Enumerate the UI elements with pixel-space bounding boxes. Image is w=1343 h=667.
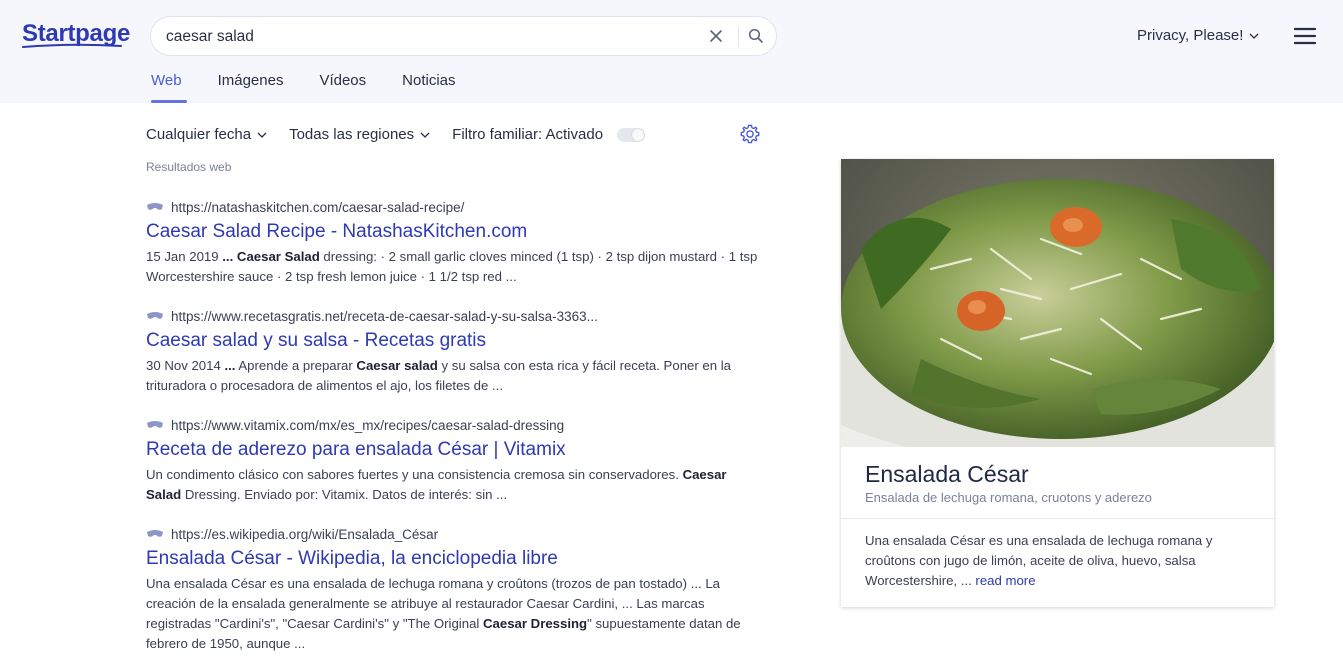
result-title[interactable]: Receta de aderezo para ensalada César | … — [146, 438, 761, 462]
date-filter[interactable]: Cualquier fecha — [146, 126, 267, 143]
family-filter-label: Filtro familiar: Activado — [452, 126, 604, 143]
result-item: https://natashaskitchen.com/caesar-salad… — [146, 198, 761, 287]
family-filter: Filtro familiar: Activado — [452, 126, 646, 143]
result-snippet: Un condimento clásico con sabores fuerte… — [146, 465, 761, 505]
hamburger-menu-icon[interactable] — [1294, 27, 1316, 45]
result-url-text: https://es.wikipedia.org/wiki/Ensalada_C… — [171, 526, 439, 542]
anonymous-view-icon[interactable] — [146, 202, 164, 212]
panel-description-text: Una ensalada César es una ensalada de le… — [865, 533, 1213, 588]
result-url-text: https://www.recetasgratis.net/receta-de-… — [171, 308, 598, 324]
result-url[interactable]: https://natashaskitchen.com/caesar-salad… — [146, 198, 761, 216]
knowledge-panel: Ensalada César Ensalada de lechuga roman… — [841, 159, 1274, 607]
snippet-text: Aprende a preparar — [235, 358, 357, 373]
snippet-text: Un condimento clásico con sabores fuerte… — [146, 467, 683, 482]
anonymous-view-icon[interactable] — [146, 420, 164, 430]
logo-swoosh-icon — [22, 43, 122, 48]
panel-subtitle: Ensalada de lechuga romana, cruotons y a… — [865, 490, 1152, 505]
result-title[interactable]: Ensalada César - Wikipedia, la enciclope… — [146, 547, 761, 571]
search-tabs: Web Imágenes Vídeos Noticias — [146, 72, 456, 103]
result-url[interactable]: https://es.wikipedia.org/wiki/Ensalada_C… — [146, 525, 761, 543]
tab-videos[interactable]: Vídeos — [319, 72, 366, 103]
region-filter[interactable]: Todas las regiones — [289, 126, 430, 143]
result-url-text: https://natashaskitchen.com/caesar-salad… — [171, 199, 465, 215]
anonymous-view-icon[interactable] — [146, 529, 164, 539]
result-item: https://es.wikipedia.org/wiki/Ensalada_C… — [146, 525, 761, 654]
result-url-text: https://www.vitamix.com/mx/es_mx/recipes… — [171, 417, 565, 433]
snippet-text: Dressing. Enviado por: Vitamix. Datos de… — [181, 487, 508, 502]
tab-web[interactable]: Web — [151, 72, 187, 103]
chevron-down-icon — [257, 132, 267, 138]
clear-icon[interactable] — [707, 27, 725, 45]
search-icon[interactable] — [747, 27, 765, 45]
snippet-highlight: ... — [224, 358, 236, 373]
chevron-down-icon — [1249, 33, 1259, 39]
search-box — [150, 16, 777, 56]
panel-description: Una ensalada César es una ensalada de le… — [865, 531, 1250, 591]
result-title[interactable]: Caesar salad y su salsa - Recetas gratis — [146, 329, 761, 353]
caesar-salad-image[interactable] — [841, 159, 1274, 447]
result-snippet: 15 Jan 2019 ... Caesar Salad dressing: ·… — [146, 247, 761, 287]
result-item: https://www.vitamix.com/mx/es_mx/recipes… — [146, 416, 761, 505]
read-more-link[interactable]: read more — [975, 573, 1035, 588]
panel-title: Ensalada César — [865, 461, 1029, 487]
result-snippet: Una ensalada César es una ensalada de le… — [146, 574, 761, 654]
anonymous-view-icon[interactable] — [146, 311, 164, 321]
date-filter-label: Cualquier fecha — [146, 126, 252, 143]
tab-images[interactable]: Imágenes — [218, 72, 284, 103]
gear-icon[interactable] — [739, 123, 761, 145]
results-label: Resultados web — [146, 160, 232, 174]
result-item: https://www.recetasgratis.net/receta-de-… — [146, 307, 761, 396]
snippet-text: 30 Nov 2014 — [146, 358, 225, 373]
search-divider — [738, 27, 739, 47]
chevron-down-icon — [420, 132, 430, 138]
snippet-highlight: Caesar Dressing — [483, 616, 588, 631]
result-snippet: 30 Nov 2014 ... Aprende a preparar Caesa… — [146, 356, 761, 396]
result-title[interactable]: Caesar Salad Recipe - NatashasKitchen.co… — [146, 220, 761, 244]
search-input[interactable] — [166, 26, 686, 48]
tab-news[interactable]: Noticias — [402, 72, 455, 103]
snippet-highlight: Caesar salad — [356, 358, 438, 373]
panel-divider — [841, 518, 1274, 519]
salad-photo-illustration — [841, 159, 1274, 447]
snippet-text: 15 Jan 2019 — [146, 249, 223, 264]
search-filters: Cualquier fecha Todas las regiones Filtr… — [146, 126, 646, 143]
privacy-menu[interactable]: Privacy, Please! — [1137, 27, 1259, 44]
privacy-label: Privacy, Please! — [1137, 27, 1244, 44]
snippet-highlight: ... Caesar Salad — [222, 249, 320, 264]
region-filter-label: Todas las regiones — [289, 126, 415, 143]
result-url[interactable]: https://www.recetasgratis.net/receta-de-… — [146, 307, 761, 325]
family-filter-toggle[interactable] — [617, 127, 646, 142]
top-bar: Startpage Privacy, Please! Web Imágenes … — [0, 0, 1343, 103]
result-url[interactable]: https://www.vitamix.com/mx/es_mx/recipes… — [146, 416, 761, 434]
